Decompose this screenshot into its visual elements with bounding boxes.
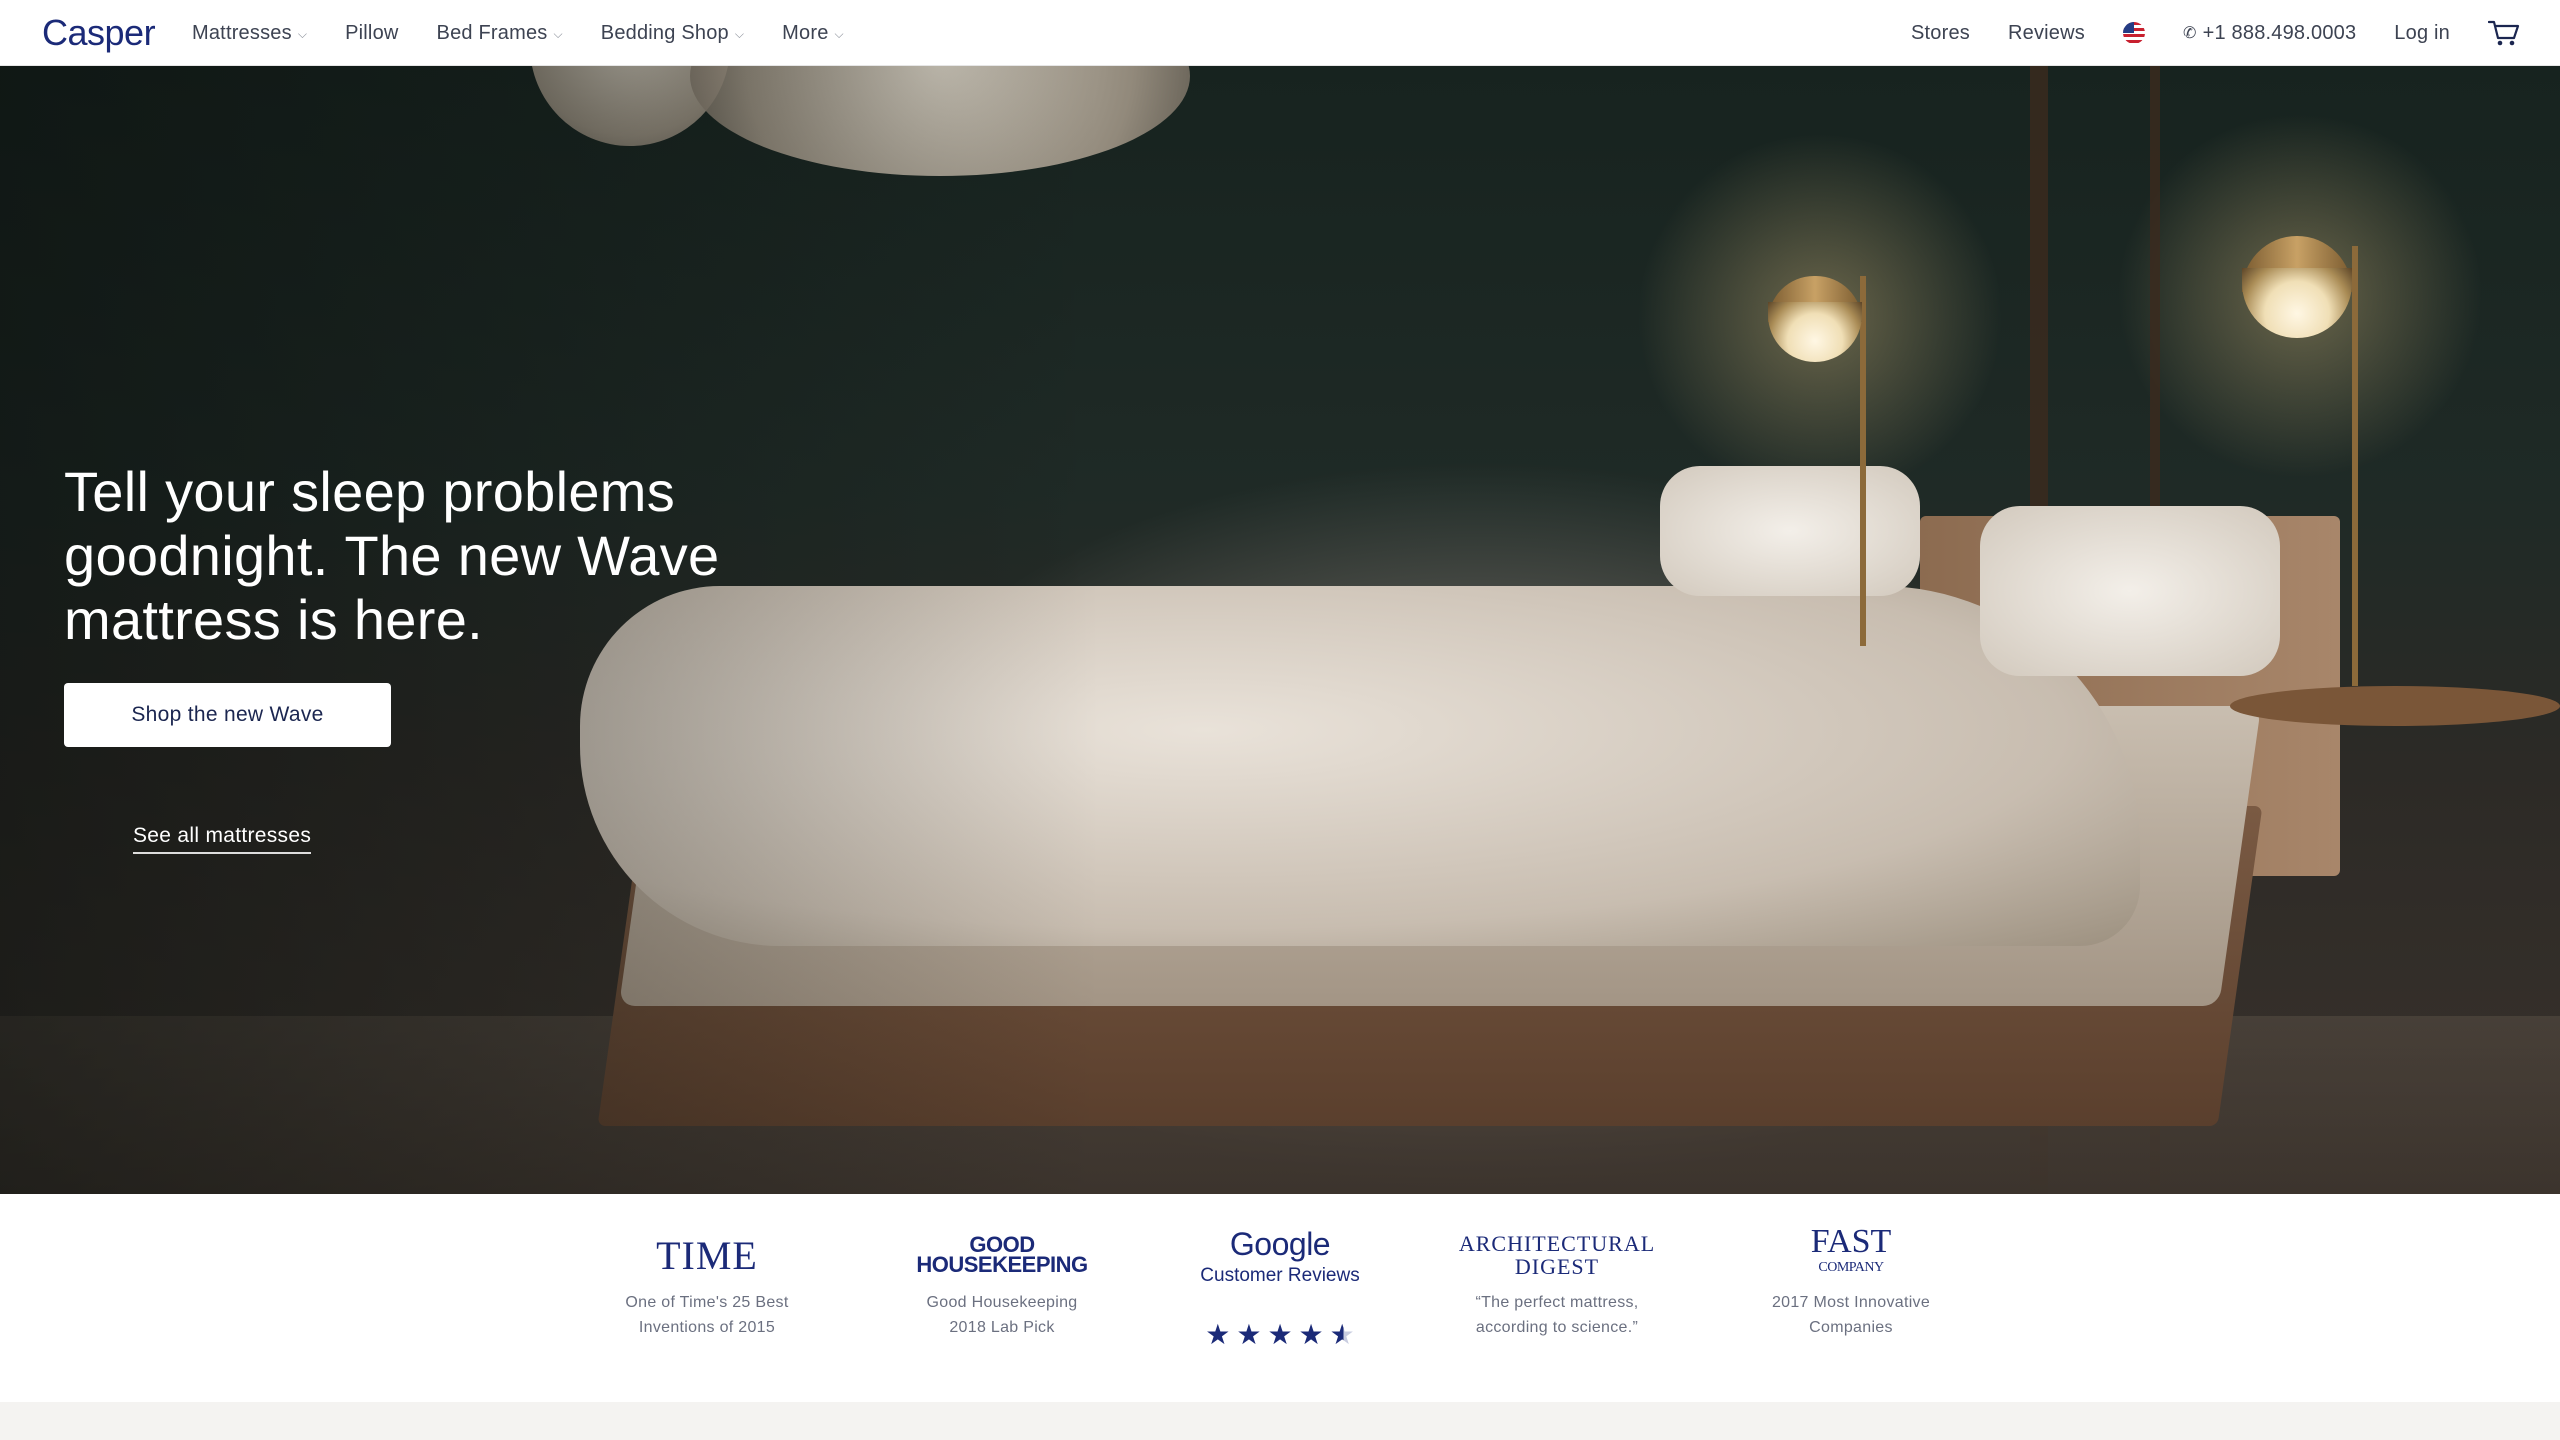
main-menu: Mattresses ⌵ Pillow Bed Frames ⌵ Bedding… [192, 0, 844, 66]
menu-more-label: More [782, 21, 829, 44]
google-customer-reviews-logo: Google Customer Reviews [1200, 1225, 1360, 1286]
press-caption: One of Time's 25 Best Inventions of 2015 [625, 1294, 789, 1336]
lamp-pole [2352, 246, 2358, 686]
press-item-fast-company: FAST COMPANY 2017 Most Innovative Companie… [1736, 1194, 1966, 1340]
press-caption: “The perfect mattress, according to scien… [1475, 1294, 1639, 1336]
shop-wave-button[interactable]: Shop the new Wave [64, 683, 391, 747]
nav-utilities: Stores Reviews ✆ +1 888.498.0003 Log in [1911, 0, 2520, 66]
lamp-globe [2242, 268, 2352, 338]
next-section-strip [0, 1402, 2560, 1440]
stores-link[interactable]: Stores [1911, 22, 1970, 45]
menu-pillow-label: Pillow [345, 21, 399, 44]
press-caption: Good Housekeeping 2018 Lab Pick [926, 1294, 1078, 1336]
us-flag-icon[interactable] [2122, 22, 2145, 44]
press-item-architectural-digest: ARCHITECTURAL DIGEST “The perfect mattres… [1442, 1194, 1672, 1340]
lamp-globe [1768, 302, 1862, 362]
time-logo: TIME [656, 1232, 758, 1278]
star-icon: ★ [1267, 1319, 1293, 1350]
login-link[interactable]: Log in [2394, 22, 2450, 45]
casper-logo[interactable]: Casper [42, 12, 156, 54]
hero-banner: Tell your sleep problems goodnight. The … [0, 66, 2560, 1194]
good-housekeeping-logo: GOOD HOUSEKEEPING [916, 1232, 1088, 1277]
menu-pillow[interactable]: Pillow [345, 22, 398, 45]
press-strip: TIME One of Time's 25 Best Inventions of … [0, 1194, 2560, 1402]
chevron-down-icon: ⌵ [553, 26, 563, 41]
cart-icon[interactable] [2487, 19, 2520, 47]
pillow [1660, 466, 1920, 596]
nightstand [2230, 686, 2560, 726]
half-star-icon: ★ [1329, 1319, 1355, 1350]
star-icon: ★ [1298, 1319, 1324, 1350]
chevron-down-icon: ⌵ [297, 26, 308, 41]
phone-number: +1 888.498.0003 [2202, 21, 2357, 44]
lamp-pole [1860, 276, 1866, 646]
menu-mattresses[interactable]: Mattresses ⌵ [192, 22, 307, 45]
menu-more[interactable]: More ⌵ [782, 22, 844, 45]
chevron-down-icon: ⌵ [834, 26, 844, 41]
rating-stars: ★ ★ ★ ★ ★ [1165, 1318, 1395, 1351]
menu-bedding-shop-label: Bedding Shop [600, 21, 729, 44]
star-icon: ★ [1236, 1319, 1262, 1350]
star-icon: ★ [1205, 1319, 1231, 1350]
menu-mattresses-label: Mattresses [192, 21, 292, 44]
press-caption: 2017 Most Innovative Companies [1771, 1294, 1931, 1336]
phone-link[interactable]: ✆ +1 888.498.0003 [2183, 22, 2356, 45]
press-item-good-housekeeping: GOOD HOUSEKEEPING Good Housekeeping 2018 L… [887, 1194, 1117, 1340]
menu-bedding-shop[interactable]: Bedding Shop ⌵ [601, 22, 744, 45]
press-item-time: TIME One of Time's 25 Best Inventions of … [592, 1194, 822, 1340]
see-all-mattresses-link[interactable]: See all mattresses [133, 824, 312, 854]
pillow [1980, 506, 2280, 676]
chevron-down-icon: ⌵ [734, 26, 745, 41]
phone-icon: ✆ [2182, 25, 2197, 42]
fast-company-logo: FAST COMPANY [1810, 1223, 1892, 1276]
hero-headline: Tell your sleep problems goodnight. The … [64, 460, 824, 652]
menu-bed-frames-label: Bed Frames [436, 21, 548, 44]
menu-bed-frames[interactable]: Bed Frames ⌵ [437, 22, 563, 45]
reviews-link[interactable]: Reviews [2008, 22, 2085, 45]
press-item-google: Google Customer Reviews ★ ★ ★ ★ ★ [1165, 1194, 1395, 1351]
architectural-digest-logo: ARCHITECTURAL DIGEST [1458, 1231, 1656, 1279]
top-nav: Casper Mattresses ⌵ Pillow Bed Frames ⌵ … [0, 0, 2560, 66]
